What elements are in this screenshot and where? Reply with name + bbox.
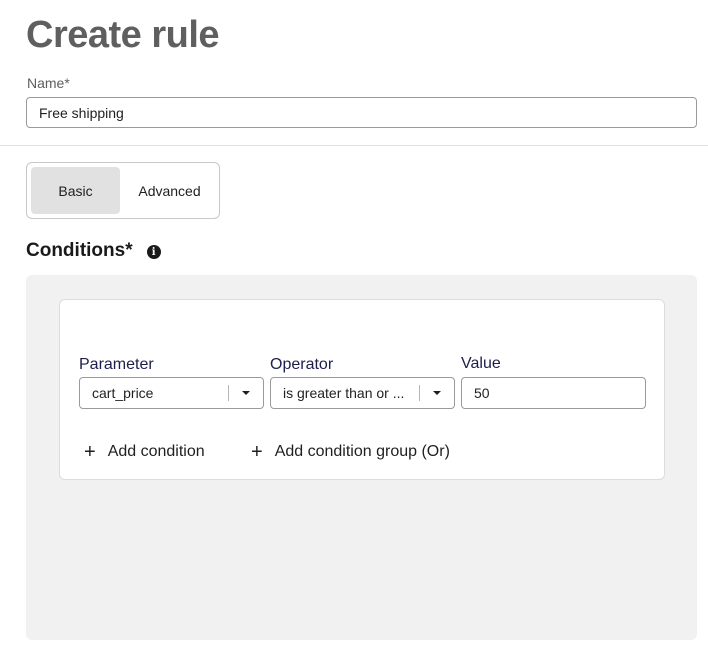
conditions-area: Parameter cart_price Operator is greater…: [26, 275, 697, 640]
chevron-down-icon[interactable]: [420, 391, 454, 395]
add-condition-button[interactable]: + Add condition: [84, 441, 205, 463]
operator-label: Operator: [270, 356, 334, 373]
plus-icon: +: [251, 441, 263, 463]
advanced-mode-button[interactable]: Advanced: [124, 167, 215, 214]
chevron-down-icon[interactable]: [229, 391, 263, 395]
plus-icon: +: [84, 441, 96, 463]
info-icon[interactable]: i: [146, 245, 161, 259]
name-label: Name*: [27, 75, 70, 91]
add-condition-group-label: Add condition group (Or): [274, 443, 450, 460]
value-input[interactable]: [461, 377, 646, 409]
basic-mode-button[interactable]: Basic: [31, 167, 121, 214]
operator-select-value: is greater than or ...: [283, 385, 405, 401]
parameter-label: Parameter: [79, 356, 154, 373]
parameter-select-value: cart_price: [92, 385, 154, 401]
page-title: Create rule: [26, 14, 220, 56]
value-label: Value: [461, 355, 501, 372]
add-condition-label: Add condition: [107, 443, 205, 460]
condition-group: Parameter cart_price Operator is greater…: [59, 299, 665, 480]
operator-select[interactable]: is greater than or ...: [270, 377, 455, 409]
conditions-heading: Conditions* i: [26, 240, 161, 262]
name-input[interactable]: [26, 97, 697, 128]
parameter-select[interactable]: cart_price: [79, 377, 264, 409]
divider: [0, 145, 708, 146]
mode-toggle: Basic Advanced: [26, 162, 220, 219]
conditions-title: Conditions*: [26, 240, 133, 261]
add-condition-group-button[interactable]: + Add condition group (Or): [251, 441, 450, 463]
